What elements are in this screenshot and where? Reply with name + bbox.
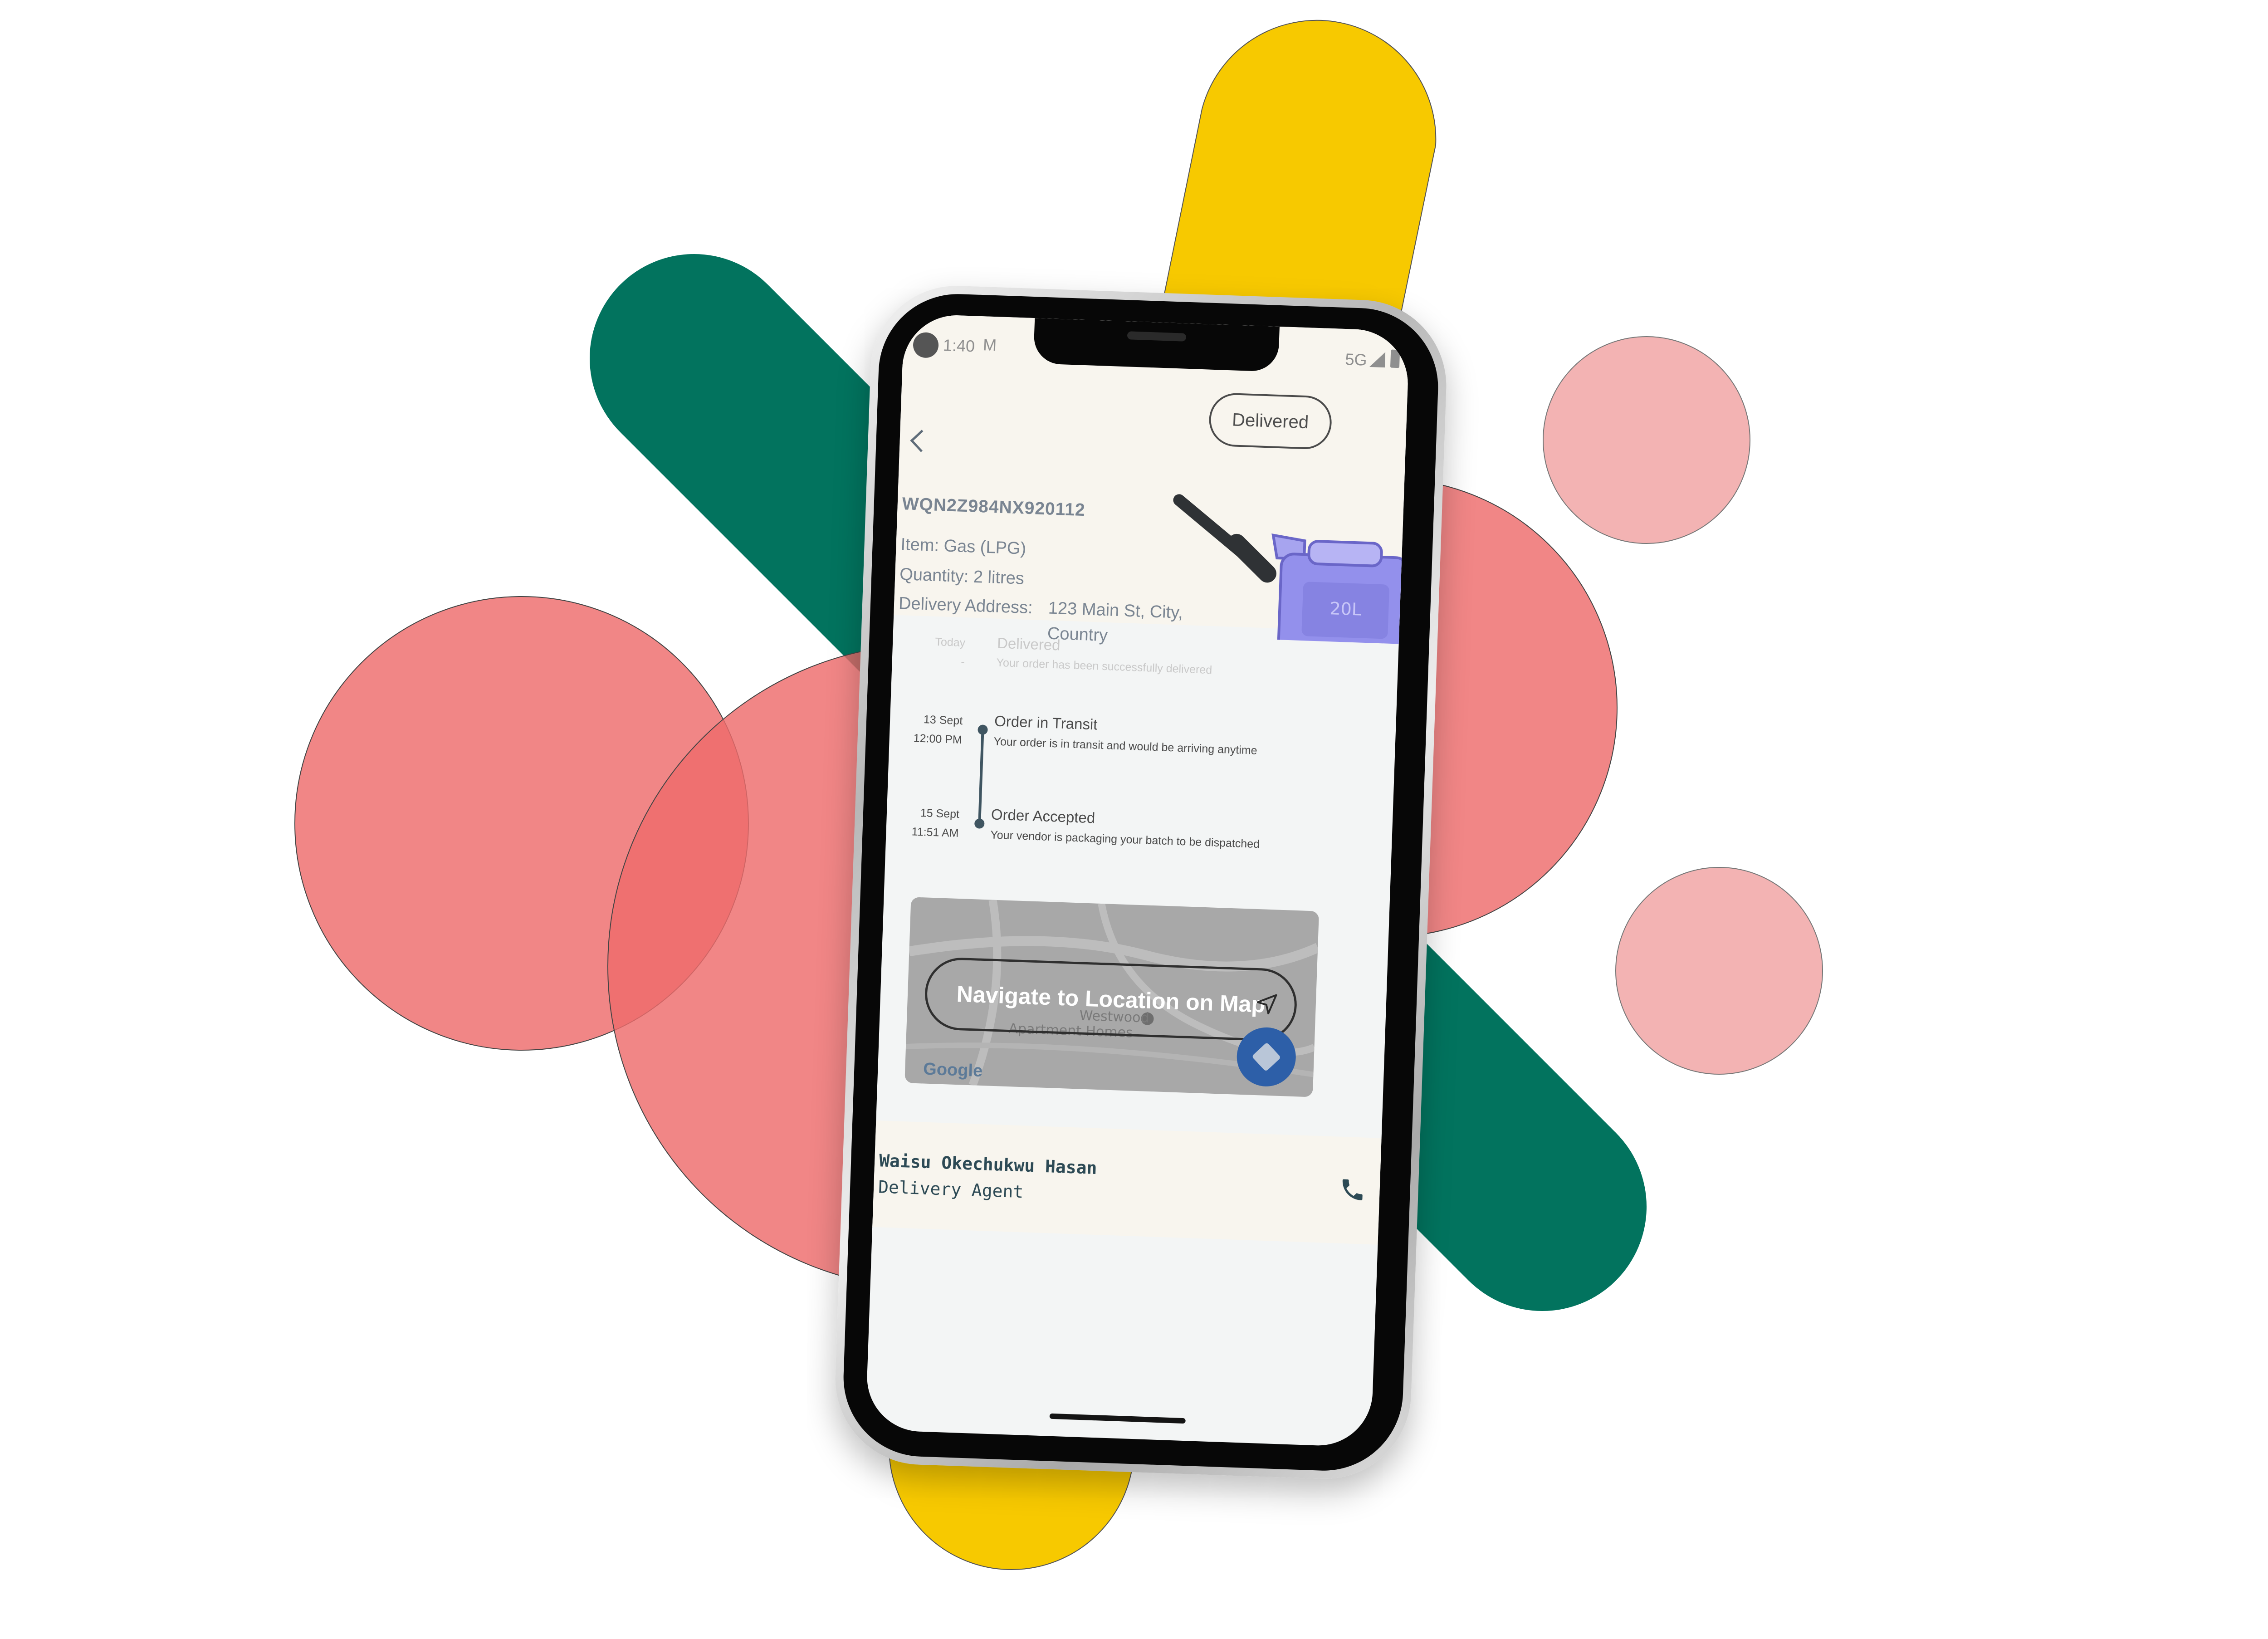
navigate-button-label: Navigate to Location on Map: [956, 981, 1266, 1018]
signal-icon: [1369, 351, 1386, 368]
timeline-title: Order Accepted: [991, 806, 1095, 827]
timeline-date: 15 Sept 11:51 AM: [886, 802, 960, 843]
timeline-title: Delivered: [997, 634, 1061, 654]
timeline-item-in-transit: 13 Sept 12:00 PM Order in Transit Your o…: [890, 709, 1396, 757]
quantity-label: Quantity:: [899, 565, 969, 587]
timeline-desc: Your order has been successfully deliver…: [996, 656, 1212, 677]
address-value: 123 Main St, City, Country: [1047, 596, 1183, 651]
timeline-date: Today -: [892, 631, 966, 672]
timeline-time: 11:51 AM: [911, 825, 959, 840]
timeline-day: 13 Sept: [923, 713, 963, 728]
timeline-time: -: [960, 655, 965, 669]
call-agent-icon[interactable]: [1339, 1176, 1367, 1204]
timeline-dot: [978, 724, 988, 735]
navigate-to-location-button[interactable]: Navigate to Location on Map: [924, 956, 1298, 1042]
order-status-badge: Delivered: [1208, 392, 1333, 450]
pink-circle-top: [1543, 336, 1750, 544]
phone-mockup: 1:40 M 5G Delivered WQN2Z984NX920112 Ite…: [832, 283, 1449, 1482]
map-preview[interactable]: Westwood Apartment Homes Navigate to Loc…: [904, 897, 1320, 1097]
directions-icon: [1251, 1042, 1281, 1072]
timeline-desc: Your order is in transit and would be ar…: [993, 735, 1258, 757]
item-label: Item:: [900, 535, 939, 556]
timeline-dot: [974, 818, 985, 829]
timeline-time: 12:00 PM: [913, 732, 963, 747]
timeline-connector: [978, 729, 984, 825]
order-id: WQN2Z984NX920112: [902, 494, 1086, 520]
timeline-date: 13 Sept 12:00 PM: [889, 709, 963, 750]
gmail-icon: M: [982, 335, 997, 355]
agent-name: Waisu Okechukwu Hasan: [879, 1150, 1098, 1178]
network-type: 5G: [1344, 350, 1368, 369]
timeline-day: Today: [935, 635, 966, 650]
item-value: Gas (LPG): [943, 536, 1026, 558]
address-label: Delivery Address:: [898, 594, 1033, 618]
status-time: 1:40: [943, 336, 975, 356]
navigation-arrow-icon: [1256, 994, 1277, 1014]
battery-icon: [1390, 349, 1400, 368]
app-screen: 1:40 M 5G Delivered WQN2Z984NX920112 Ite…: [865, 313, 1410, 1448]
camera-icon: [913, 332, 939, 358]
timeline-desc: Your vendor is packaging your batch to b…: [990, 828, 1260, 851]
address-line-1: 123 Main St, City,: [1048, 598, 1183, 622]
jerry-can-illustration: 20L: [1173, 494, 1407, 644]
earpiece: [1127, 331, 1187, 342]
pink-circle-bottom: [1615, 867, 1823, 1075]
svg-text:20L: 20L: [1330, 598, 1362, 619]
agent-role: Delivery Agent: [878, 1177, 1024, 1202]
quantity-value: 2 litres: [973, 567, 1025, 588]
quantity-row: Quantity: 2 litres: [899, 565, 1025, 589]
home-indicator[interactable]: [1049, 1413, 1186, 1424]
google-logo: Google: [923, 1059, 983, 1081]
timeline-day: 15 Sept: [920, 806, 960, 821]
back-arrow-icon[interactable]: [910, 430, 933, 452]
timeline-title: Order in Transit: [994, 712, 1098, 733]
phone-notch: [1033, 318, 1280, 372]
delivery-agent-card: Waisu Okechukwu Hasan Delivery Agent: [872, 1120, 1382, 1245]
timeline-item-accepted: 15 Sept 11:51 AM Order Accepted Your ven…: [887, 802, 1393, 851]
address-line-2: Country: [1047, 624, 1108, 646]
item-row: Item: Gas (LPG): [900, 535, 1026, 559]
